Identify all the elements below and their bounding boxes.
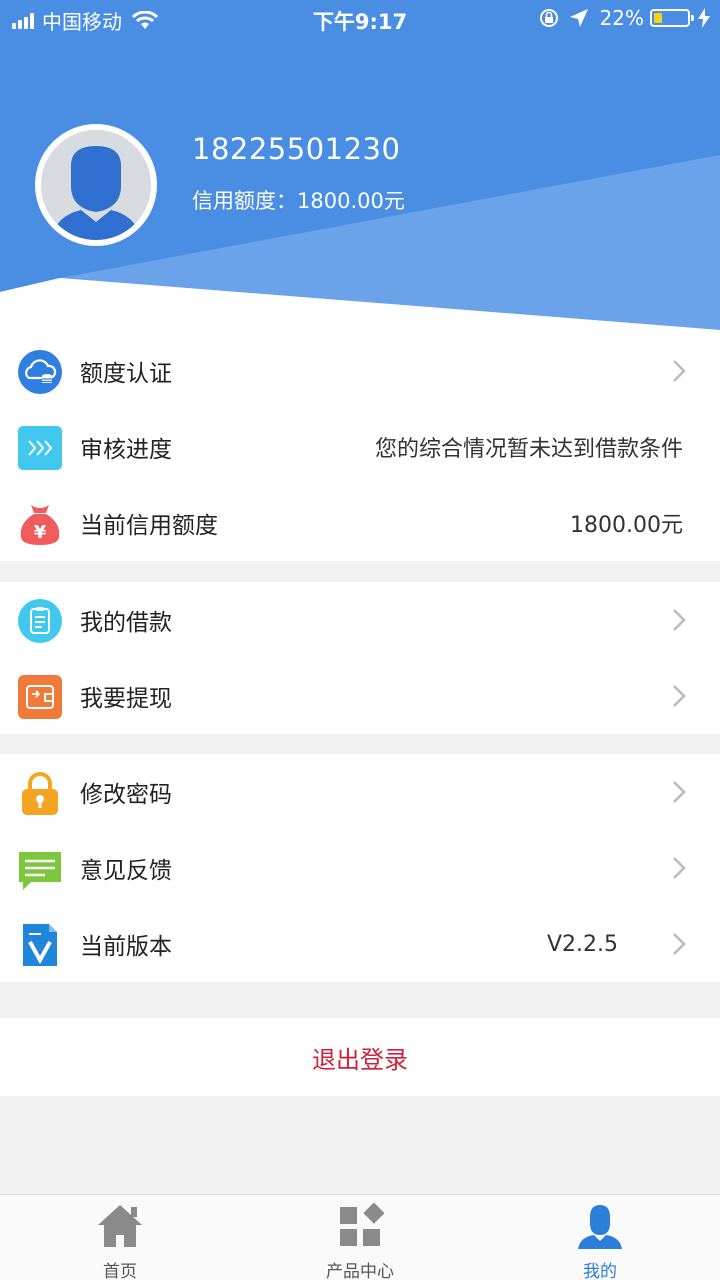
menu-group-settings: 修改密码 意见反馈 当前版本 V2.2.5 [0, 754, 720, 982]
wallet-icon [18, 675, 62, 719]
chevron-right-icon [673, 360, 686, 382]
menu-item-version[interactable]: 当前版本 V2.2.5 [0, 906, 720, 982]
chevron-right-icon [673, 781, 686, 803]
tab-bar: 首页 产品中心 我的 [0, 1194, 720, 1280]
menu-item-label: 修改密码 [80, 782, 172, 808]
progress-chevrons-icon [18, 426, 62, 470]
svg-text:¥: ¥ [34, 522, 47, 543]
money-bag-icon: ¥ [20, 505, 60, 545]
user-icon [578, 1205, 622, 1249]
credit-line: 信用额度：1800.00元 [192, 185, 405, 215]
chevron-right-icon [673, 933, 686, 955]
menu-item-withdraw[interactable]: 我要提现 [0, 658, 720, 734]
menu-group-loans: 我的借款 我要提现 [0, 582, 720, 734]
review-status-text: 您的综合情况暂未达到借款条件 [374, 437, 683, 462]
battery-icon [650, 9, 694, 27]
menu-item-feedback[interactable]: 意见反馈 [0, 830, 720, 906]
battery-percent: 22% [599, 6, 644, 30]
home-icon [98, 1205, 142, 1247]
feedback-icon [19, 852, 61, 890]
grid-icon [340, 1203, 384, 1246]
tab-home[interactable]: 首页 [0, 1195, 240, 1280]
chevron-right-icon [673, 857, 686, 879]
menu-item-my-loans[interactable]: 我的借款 [0, 582, 720, 658]
cloud-coins-icon [18, 350, 62, 394]
menu-item-label: 额度认证 [80, 361, 172, 387]
user-phone: 18225501230 [192, 132, 401, 166]
tab-products[interactable]: 产品中心 [240, 1195, 480, 1280]
menu-item-label: 审核进度 [80, 437, 172, 463]
location-icon [569, 9, 588, 27]
current-credit-value: 1800.00元 [570, 513, 683, 538]
chevron-right-icon [673, 609, 686, 631]
tab-label: 产品中心 [326, 1262, 394, 1280]
menu-item-label: 我的借款 [80, 610, 172, 636]
tab-mine[interactable]: 我的 [480, 1195, 720, 1280]
tab-label: 首页 [103, 1262, 137, 1280]
lock-icon [22, 772, 58, 815]
status-bar: 中国移动 下午9:17 22% [0, 0, 720, 36]
logout-button[interactable]: 退出登录 [0, 1018, 720, 1096]
charging-icon [698, 8, 710, 28]
avatar[interactable] [35, 124, 157, 246]
chevron-right-icon [673, 685, 686, 707]
menu-item-label: 当前信用额度 [80, 513, 218, 539]
avatar-silhouette-icon [41, 130, 151, 240]
rotation-lock-icon [539, 9, 558, 27]
menu-item-credit-auth[interactable]: 额度认证 [0, 333, 720, 409]
credit-value: 1800.00元 [297, 189, 405, 213]
menu-item-current-credit[interactable]: ¥ 当前信用额度 1800.00元 [0, 485, 720, 561]
credit-label: 信用额度： [192, 189, 297, 213]
menu-item-label: 当前版本 [80, 934, 172, 960]
version-value: V2.2.5 [546, 931, 618, 957]
version-icon [23, 924, 57, 966]
menu-item-change-password[interactable]: 修改密码 [0, 754, 720, 830]
menu-item-review-progress[interactable]: 审核进度 您的综合情况暂未达到借款条件 [0, 409, 720, 485]
menu-item-label: 我要提现 [80, 686, 172, 712]
menu-item-label: 意见反馈 [80, 858, 172, 884]
clipboard-icon [18, 599, 62, 643]
menu-group-credit: 额度认证 审核进度 您的综合情况暂未达到借款条件 ¥ 当前信用额度 1800.0… [0, 333, 720, 561]
tab-label: 我的 [583, 1262, 617, 1280]
profile-header: 中国移动 下午9:17 22% 18225501230 信用额度：1800.00… [0, 0, 720, 335]
